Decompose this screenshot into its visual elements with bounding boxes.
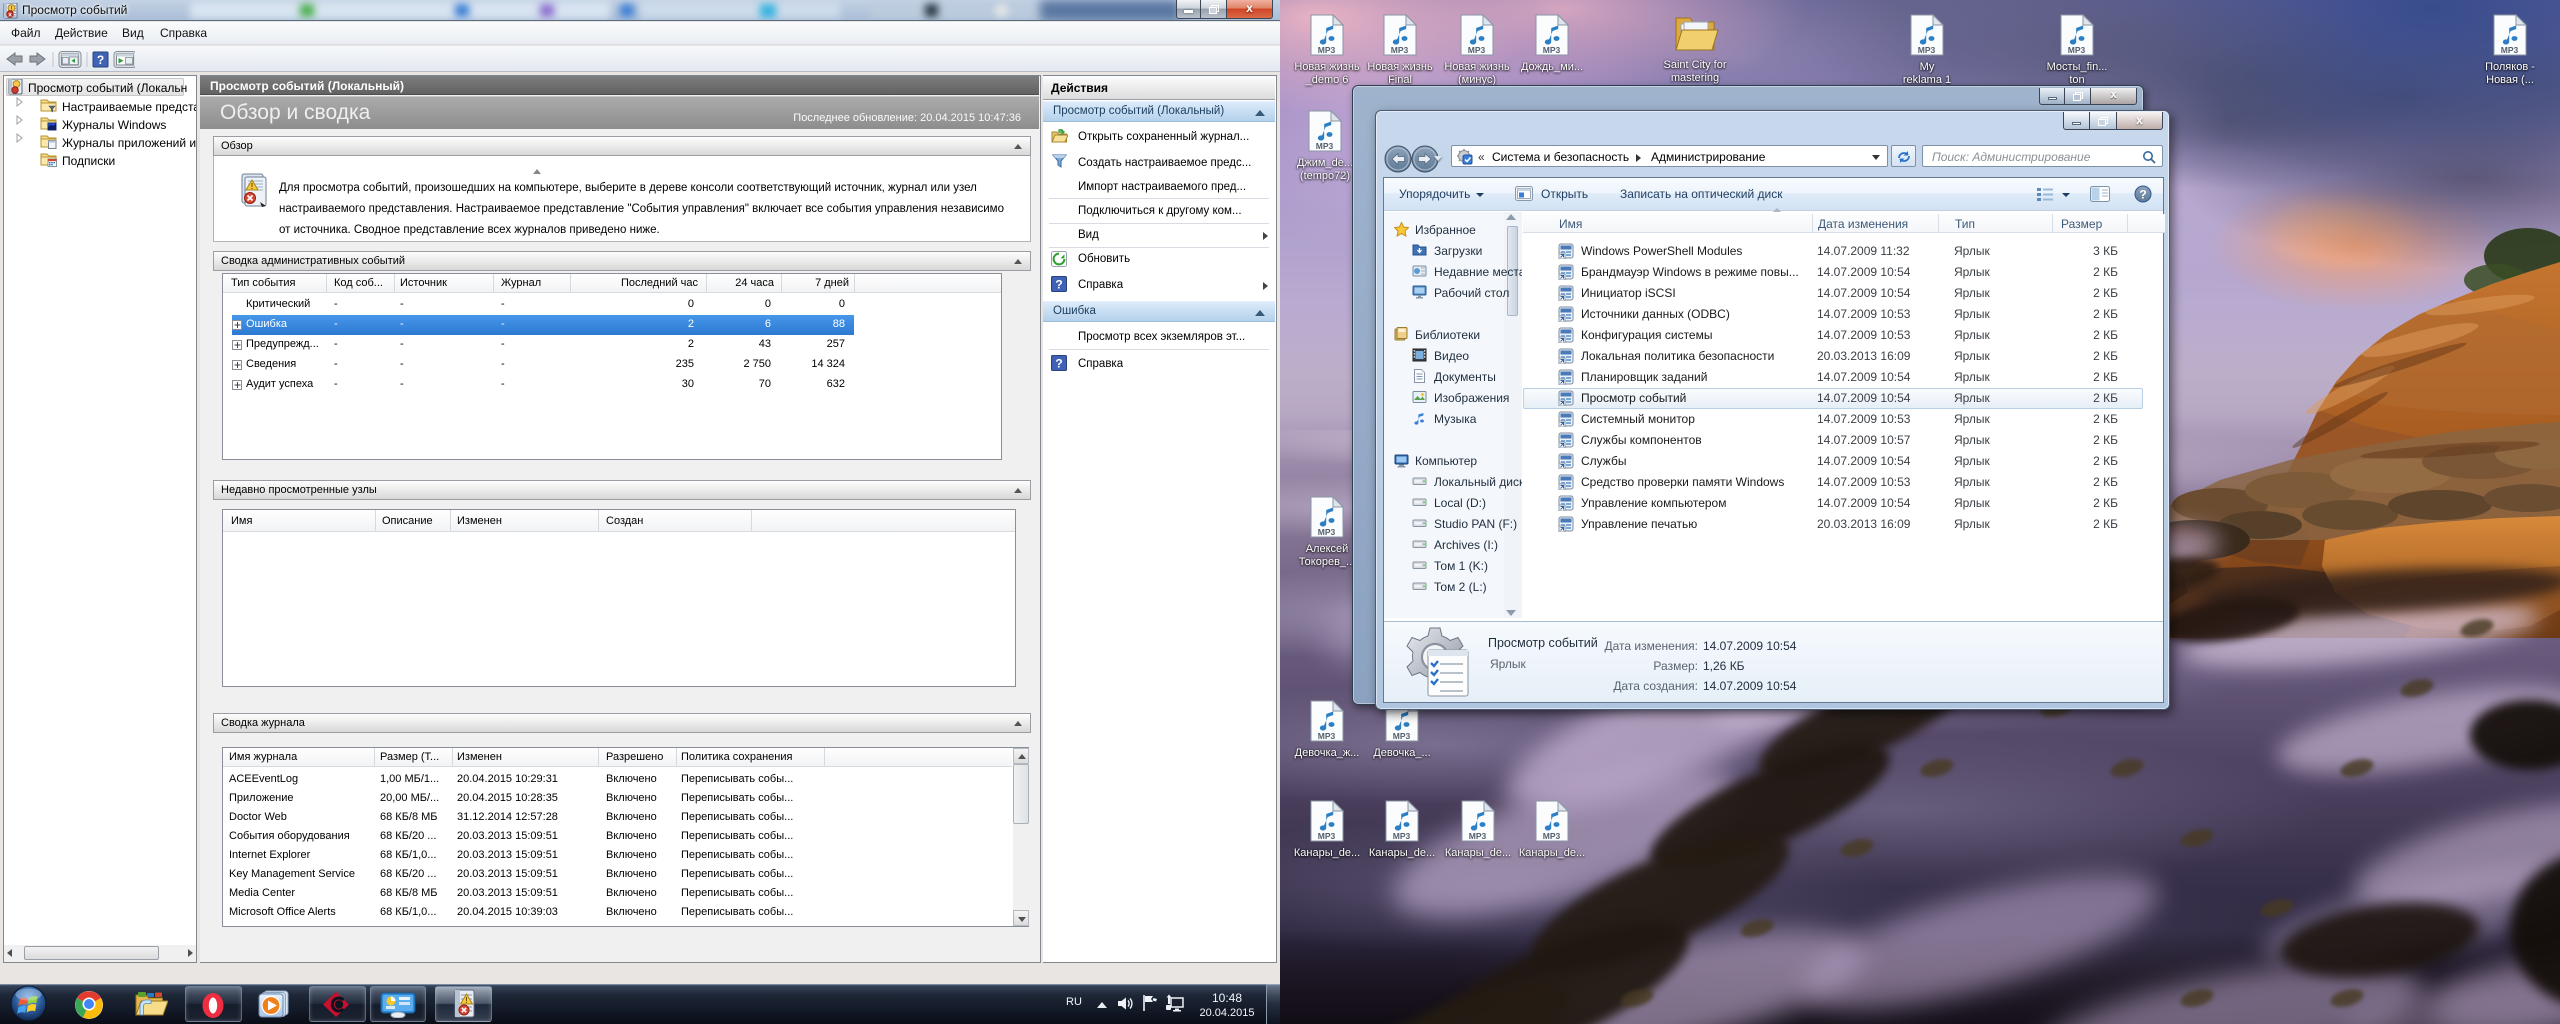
svg-text:!: ! — [465, 996, 468, 1005]
svg-text:?: ? — [2139, 188, 2146, 202]
svg-text:?: ? — [1055, 357, 1062, 371]
svg-text:!: ! — [251, 182, 254, 191]
svg-text:x: x — [8, 11, 12, 18]
svg-text:?: ? — [97, 53, 104, 67]
svg-text:?: ? — [1055, 278, 1062, 292]
